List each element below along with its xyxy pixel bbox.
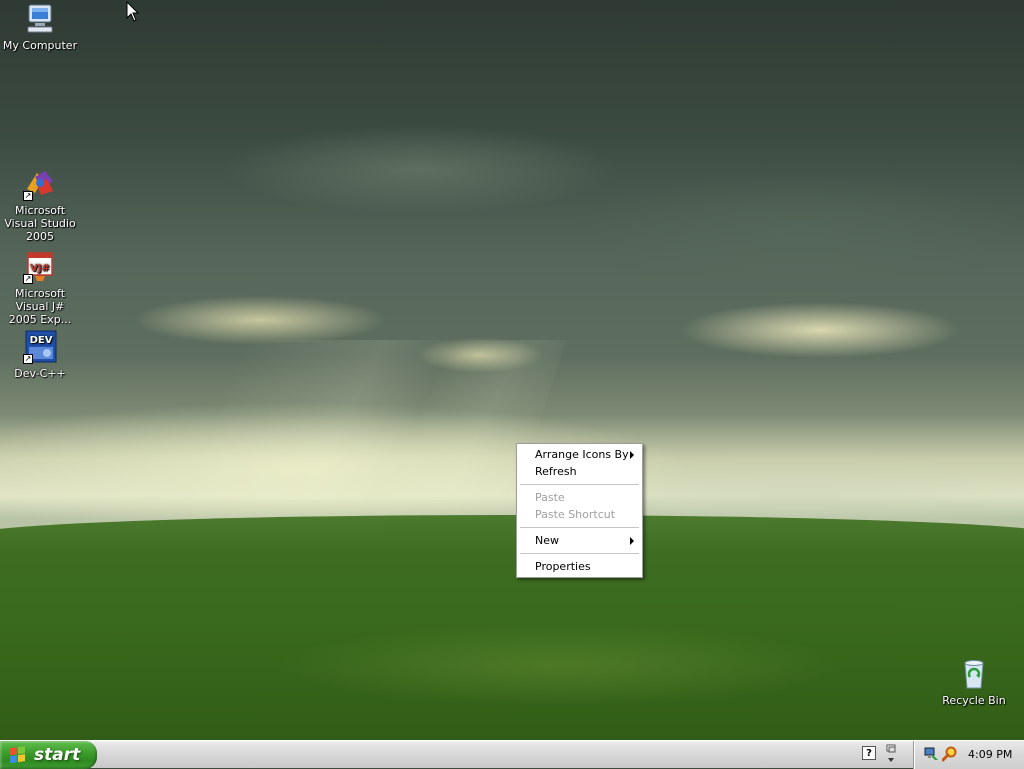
start-label: start — [34, 745, 81, 765]
shortcut-arrow-icon: ↗ — [23, 191, 33, 201]
menu-item-paste: Paste — [517, 489, 642, 506]
desktop-icon-label: Dev-C++ — [14, 367, 66, 380]
desktop-icon-recycle-bin[interactable]: Recycle Bin — [934, 657, 1014, 707]
system-tray: 4:09 PM — [913, 741, 1024, 769]
wallpaper-grass-hill — [0, 515, 1024, 740]
desktop-icon-label: Microsoft Visual Studio 2005 — [4, 204, 76, 243]
menu-separator — [520, 484, 639, 485]
desktop-icon-visual-studio[interactable]: ↗ Microsoft Visual Studio 2005 — [0, 167, 80, 243]
system-clock[interactable]: 4:09 PM — [968, 741, 1012, 768]
visual-jsharp-icon: VJ# ↗ — [23, 250, 57, 284]
mouse-pointer-icon — [126, 1, 140, 22]
menu-item-label: Properties — [535, 560, 591, 573]
desktop-icon-my-computer[interactable]: My Computer — [0, 2, 80, 52]
windows-logo-icon — [10, 746, 27, 764]
start-button[interactable]: start — [0, 741, 97, 769]
visual-studio-icon: ↗ — [23, 167, 57, 201]
dev-cpp-icon: DEV ↗ — [23, 330, 57, 364]
menu-separator — [520, 553, 639, 554]
network-icon[interactable] — [923, 746, 939, 762]
menu-item-arrange-icons-by[interactable]: Arrange Icons By — [517, 446, 642, 463]
menu-item-paste-shortcut: Paste Shortcut — [517, 506, 642, 523]
menu-item-properties[interactable]: Properties — [517, 558, 642, 575]
menu-item-label: Paste Shortcut — [535, 508, 616, 521]
help-icon[interactable]: ? — [862, 746, 876, 760]
menu-item-refresh[interactable]: Refresh — [517, 463, 642, 480]
language-bar-toggle-icon[interactable] — [884, 743, 898, 765]
desktop-context-menu: Arrange Icons By Refresh Paste Paste Sho… — [516, 443, 643, 578]
search-icon[interactable] — [942, 746, 958, 762]
shortcut-arrow-icon: ↗ — [23, 354, 33, 364]
menu-item-label: Paste — [535, 491, 565, 504]
recycle-bin-icon — [957, 657, 991, 691]
my-computer-icon — [23, 2, 57, 36]
desktop-icon-label: Microsoft Visual J# 2005 Exp... — [8, 287, 72, 326]
taskbar[interactable]: start ? 4:09 PM — [0, 740, 1024, 769]
desktop-icon-label: My Computer — [2, 39, 78, 52]
desktop-icon-visual-jsharp[interactable]: VJ# ↗ Microsoft Visual J# 2005 Exp... — [0, 250, 80, 326]
menu-item-label: Refresh — [535, 465, 577, 478]
menu-item-label: Arrange Icons By — [535, 448, 629, 461]
submenu-arrow-icon — [630, 451, 634, 459]
svg-text:VJ#: VJ# — [30, 263, 50, 274]
desktop-icon-dev-cpp[interactable]: DEV ↗ Dev-C++ — [0, 330, 80, 380]
submenu-arrow-icon — [630, 537, 634, 545]
menu-item-label: New — [535, 534, 559, 547]
desktop-wallpaper[interactable] — [0, 0, 1024, 740]
menu-item-new[interactable]: New — [517, 532, 642, 549]
menu-separator — [520, 527, 639, 528]
shortcut-arrow-icon: ↗ — [23, 274, 33, 284]
desktop-icon-label: Recycle Bin — [942, 694, 1006, 707]
svg-text:DEV: DEV — [30, 335, 53, 346]
wallpaper-sun-rays — [194, 340, 566, 500]
